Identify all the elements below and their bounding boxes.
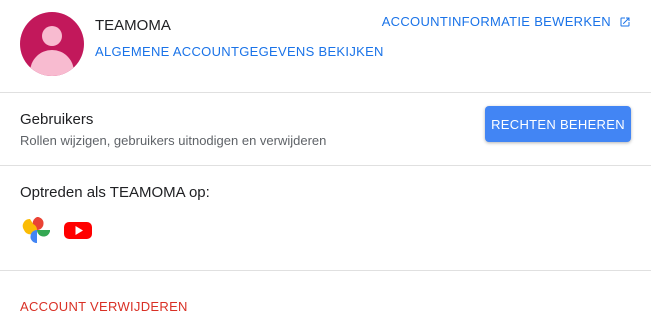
delete-account-link[interactable]: ACCOUNT VERWIJDEREN (20, 299, 188, 314)
edit-account-info-link[interactable]: ACCOUNTINFORMATIE BEWERKEN (382, 14, 631, 29)
open-in-new-icon (620, 17, 630, 26)
divider (0, 270, 651, 271)
manage-rights-button[interactable]: RECHTEN BEHEREN (485, 106, 631, 142)
youtube-icon[interactable] (63, 215, 93, 245)
avatar (20, 12, 84, 76)
avatar-head (42, 26, 62, 46)
divider (0, 92, 651, 93)
avatar-body (30, 50, 74, 76)
divider (0, 165, 651, 166)
users-title: Gebruikers (20, 111, 94, 128)
google-photos-icon[interactable] (22, 215, 52, 245)
edit-account-info-label: ACCOUNTINFORMATIE BEWERKEN (381, 14, 611, 29)
view-account-details-link[interactable]: ALGEMENE ACCOUNTGEGEVENS BEKIJKEN (95, 44, 384, 59)
users-subtitle: Rollen wijzigen, gebruikers uitnodigen e… (20, 133, 327, 148)
acting-as-label: Optreden als TEAMOMA op: (20, 184, 210, 201)
account-name: TEAMOMA (95, 17, 171, 34)
